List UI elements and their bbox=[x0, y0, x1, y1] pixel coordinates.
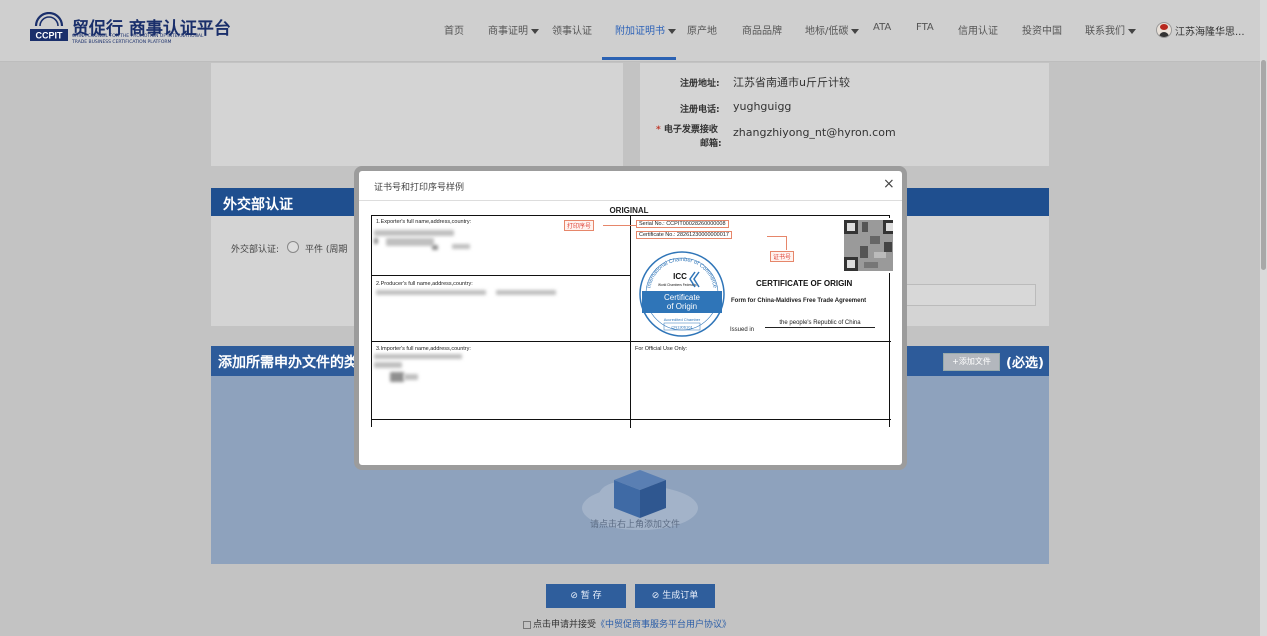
nav-fta[interactable]: FTA bbox=[916, 22, 934, 33]
certificate-sample-image: ORIGINAL 1.Exporter's full name,address,… bbox=[365, 202, 893, 428]
modal-title: 证书号和打印序号样例 bbox=[374, 183, 465, 193]
chevron-down-icon bbox=[1128, 28, 1136, 34]
chevron-down-icon bbox=[668, 28, 676, 34]
check-circle-icon: ⊘ bbox=[651, 591, 663, 601]
nav-origin[interactable]: 原产地 bbox=[687, 22, 717, 37]
cert-frame: 1.Exporter's full name,address,country: … bbox=[371, 215, 893, 428]
email-value: zhangzhiyong_nt@hyron.com bbox=[733, 126, 896, 139]
icc-certificate-seal-icon: International Chamber of Commerce ICC Wo… bbox=[639, 251, 725, 337]
email-label-line2: 邮箱: bbox=[700, 139, 722, 149]
agreement-row: 点击申请并接受《中贸促商事服务平台用户协议》 bbox=[523, 617, 731, 630]
top-header: CCPIT 贸促行 商事认证平台 CHINA COUNCIL FOR THE P… bbox=[0, 0, 1260, 62]
mfa-section-title: 外交部认证 bbox=[223, 197, 293, 213]
mfa-radio-label: 平件 (周期 bbox=[305, 245, 348, 255]
issued-in-value: the people's Republic of China bbox=[765, 320, 875, 328]
agree-checkbox[interactable] bbox=[523, 620, 531, 629]
user-avatar[interactable] bbox=[1156, 22, 1172, 38]
cert-divider bbox=[372, 275, 630, 276]
importer-label: 3.Importer's full name,address,country: bbox=[376, 346, 471, 352]
producer-label: 2.Producer's full name,address,country: bbox=[376, 281, 473, 287]
cert-original-heading: ORIGINAL bbox=[609, 206, 649, 215]
nav-brand[interactable]: 商品品牌 bbox=[742, 22, 782, 37]
blurred-text bbox=[374, 354, 462, 359]
close-icon[interactable]: × bbox=[883, 176, 895, 192]
qr-code-icon bbox=[842, 218, 893, 273]
print-serial-stamp: 打印序号 bbox=[564, 220, 595, 231]
logo-english-name: CHINA COUNCIL FOR THE PROMOTION OF INTER… bbox=[72, 34, 204, 45]
upload-hint: 请点击右上角添加文件 bbox=[590, 520, 681, 530]
cert-divider bbox=[372, 341, 891, 342]
reg-address-label: 注册地址: bbox=[680, 79, 720, 89]
exporter-label: 1.Exporter's full name,address,country: bbox=[376, 219, 472, 225]
nav-commercial-cert[interactable]: 商事证明 bbox=[488, 22, 539, 37]
nav-credit-cert[interactable]: 信用认证 bbox=[958, 22, 998, 37]
required-tag: (必选) bbox=[1006, 356, 1044, 371]
reg-phone-label: 注册电话: bbox=[680, 105, 720, 115]
page-scrollbar[interactable] bbox=[1260, 0, 1267, 636]
svg-text:Certificate: Certificate bbox=[664, 293, 701, 302]
nav-home[interactable]: 首页 bbox=[444, 22, 464, 37]
blurred-text bbox=[432, 245, 438, 250]
save-draft-button[interactable]: ⊘ 暂 存 bbox=[546, 584, 626, 608]
svg-text:of Origin: of Origin bbox=[667, 302, 697, 311]
sample-modal: 证书号和打印序号样例 × ORIGINAL 1.Exporter's full … bbox=[354, 166, 907, 470]
svg-text:CCPIT: CCPIT bbox=[36, 31, 64, 41]
blurred-text bbox=[390, 372, 404, 382]
reg-address-value: 江苏省南通市u斤斤计较 bbox=[733, 76, 850, 89]
docs-section-title: 添加所需申办文件的类 bbox=[218, 355, 358, 371]
company-info-card-left bbox=[211, 63, 623, 166]
ccpit-logo-icon: CCPIT bbox=[30, 12, 68, 41]
user-name[interactable]: 江苏海隆华思... bbox=[1175, 23, 1245, 38]
mfa-input[interactable] bbox=[900, 284, 1036, 306]
reg-phone-value: yughguigg bbox=[733, 100, 792, 113]
nav-ata[interactable]: ATA bbox=[873, 22, 891, 33]
blurred-text bbox=[496, 290, 556, 295]
annotation-line bbox=[767, 236, 787, 237]
mfa-radio-regular[interactable] bbox=[287, 241, 299, 253]
blurred-text bbox=[376, 290, 486, 295]
platform-logo[interactable]: CCPIT 贸促行 商事认证平台 CHINA COUNCIL FOR THE P… bbox=[30, 12, 231, 50]
serial-number: Serial No.: CCPIT00028260000008 bbox=[636, 220, 729, 228]
nav-apostille[interactable]: 附加证明书 bbox=[615, 22, 676, 37]
scrollbar-thumb[interactable] bbox=[1261, 60, 1266, 270]
nav-geo-lowcarbon[interactable]: 地标/低碳 bbox=[805, 22, 860, 37]
coo-title: CERTIFICATE OF ORIGIN bbox=[756, 279, 853, 288]
annotation-line bbox=[603, 225, 637, 226]
cert-divider bbox=[630, 216, 631, 428]
agree-text: 点击申请并接受 bbox=[533, 620, 597, 630]
svg-text:Accredited Chamber: Accredited Chamber bbox=[664, 317, 701, 322]
nav-contact[interactable]: 联系我们 bbox=[1085, 22, 1136, 37]
issued-in-label: Issued in bbox=[730, 327, 755, 333]
generate-order-button[interactable]: ⊘ 生成订单 bbox=[635, 584, 715, 608]
coo-subtitle: Form for China-Maldives Free Trade Agree… bbox=[731, 298, 867, 304]
official-use-label: For Official Use Only: bbox=[635, 346, 688, 352]
agreement-link[interactable]: 《中贸促商事服务平台用户协议》 bbox=[596, 620, 731, 630]
blurred-text bbox=[374, 230, 454, 236]
blurred-text bbox=[404, 374, 418, 380]
nav-consular-cert[interactable]: 领事认证 bbox=[552, 22, 592, 37]
add-file-button[interactable]: +添加文件 bbox=[943, 353, 1000, 371]
blurred-text bbox=[374, 238, 378, 244]
cert-divider bbox=[372, 419, 891, 420]
annotation-line bbox=[786, 236, 787, 250]
cert-no-stamp: 证书号 bbox=[770, 251, 795, 262]
nav-invest-china[interactable]: 投资中国 bbox=[1022, 22, 1062, 37]
email-label: * 电子发票接收 bbox=[656, 125, 718, 135]
chevron-down-icon bbox=[851, 28, 860, 34]
active-nav-indicator bbox=[602, 57, 676, 60]
blurred-text bbox=[386, 238, 434, 246]
certificate-number: Certificate No.: 28261230000000017 bbox=[636, 231, 732, 239]
blurred-text bbox=[452, 244, 470, 249]
mfa-field-label: 外交部认证: bbox=[231, 245, 280, 255]
chevron-down-icon bbox=[531, 28, 539, 34]
modal-divider bbox=[359, 200, 902, 201]
check-circle-icon: ⊘ bbox=[570, 591, 581, 601]
svg-text:CN1306101: CN1306101 bbox=[671, 325, 693, 330]
blurred-text bbox=[374, 362, 402, 368]
svg-text:ICC: ICC bbox=[673, 272, 687, 281]
